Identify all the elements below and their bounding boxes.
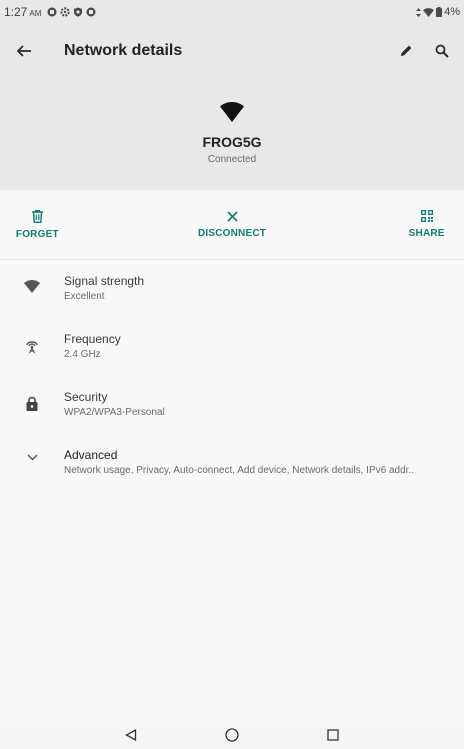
chevron-down-icon: [26, 454, 38, 461]
settings-gear-icon: [60, 7, 70, 17]
status-time-ampm: AM: [29, 9, 42, 18]
detail-title: Frequency: [64, 332, 121, 346]
detail-text: Security WPA2/WPA3-Personal: [64, 390, 165, 418]
share-button[interactable]: SHARE: [349, 190, 464, 259]
share-label: SHARE: [408, 228, 445, 239]
detail-value: Network usage, Privacy, Auto-connect, Ad…: [64, 465, 414, 476]
forget-label: FORGET: [15, 228, 59, 240]
network-name: FROG5G: [202, 134, 262, 150]
detail-icon: [0, 274, 64, 293]
detail-title: Security: [64, 390, 108, 404]
network-status: Connected: [207, 154, 257, 165]
status-right: 4%: [416, 6, 460, 18]
data-arrows-icon: [416, 7, 422, 17]
pencil-icon: [401, 45, 412, 56]
status-time-value: 1:27: [4, 5, 28, 19]
battery-icon: [436, 7, 443, 17]
detail-text: Advanced Network usage, Privacy, Auto-co…: [64, 448, 414, 476]
qr-code-icon: [420, 210, 433, 222]
nav-recents-button[interactable]: [313, 721, 353, 749]
disconnect-button[interactable]: DISCONNECT: [155, 190, 310, 259]
network-header: FROG5G Connected: [0, 78, 464, 190]
detail-icon: [0, 390, 64, 411]
wifi-signal-icon: [24, 280, 40, 293]
notification-app-icon: [47, 7, 57, 17]
notification-app-icon-2: [86, 7, 96, 17]
circle-home-icon: [225, 728, 239, 742]
network-details-list: Signal strength Excellent Frequency 2.4 …: [0, 262, 464, 494]
signal-strength-item: Signal strength Excellent: [0, 262, 464, 320]
back-arrow-icon: [16, 45, 31, 57]
disconnect-label: DISCONNECT: [197, 227, 267, 239]
search-button[interactable]: [424, 31, 460, 71]
search-icon: [435, 44, 449, 58]
wifi-icon: [220, 102, 244, 122]
edit-button[interactable]: [388, 31, 424, 71]
app-bar-actions: [388, 31, 460, 71]
network-details-screen: 1:27 AM 4% Network details FROG5G Connec…: [0, 0, 464, 749]
close-icon: [226, 210, 238, 222]
action-row: FORGET DISCONNECT SHARE: [0, 190, 464, 260]
back-button[interactable]: [2, 29, 46, 73]
detail-title: Advanced: [64, 448, 118, 462]
detail-text: Signal strength Excellent: [64, 274, 144, 302]
battery-percentage: 4%: [444, 6, 460, 18]
forget-button[interactable]: FORGET: [0, 190, 115, 259]
antenna-icon: [26, 341, 38, 354]
detail-icon: [0, 332, 64, 354]
app-bar: Network details: [0, 24, 464, 78]
page-title: Network details: [64, 42, 183, 59]
detail-icon: [0, 448, 64, 461]
square-recents-icon: [327, 729, 339, 741]
navigation-bar: [0, 721, 464, 749]
detail-value: 2.4 GHz: [64, 349, 101, 360]
notification-icons: [47, 7, 96, 17]
security-item: Security WPA2/WPA3-Personal: [0, 378, 464, 436]
nav-back-button[interactable]: [111, 721, 151, 749]
detail-text: Frequency 2.4 GHz: [64, 332, 121, 360]
status-time: 1:27 AM: [4, 5, 41, 19]
detail-title: Signal strength: [64, 274, 145, 288]
detail-value: WPA2/WPA3-Personal: [64, 407, 165, 418]
lock-icon: [26, 396, 38, 411]
shield-icon: [74, 7, 83, 17]
nav-home-button[interactable]: [212, 721, 252, 749]
wifi-status-icon: [423, 7, 434, 17]
advanced-item[interactable]: Advanced Network usage, Privacy, Auto-co…: [0, 436, 464, 494]
delete-icon: [31, 209, 43, 223]
frequency-item: Frequency 2.4 GHz: [0, 320, 464, 378]
status-bar: 1:27 AM 4%: [0, 0, 464, 24]
detail-value: Excellent: [64, 291, 105, 302]
triangle-back-icon: [124, 729, 136, 741]
